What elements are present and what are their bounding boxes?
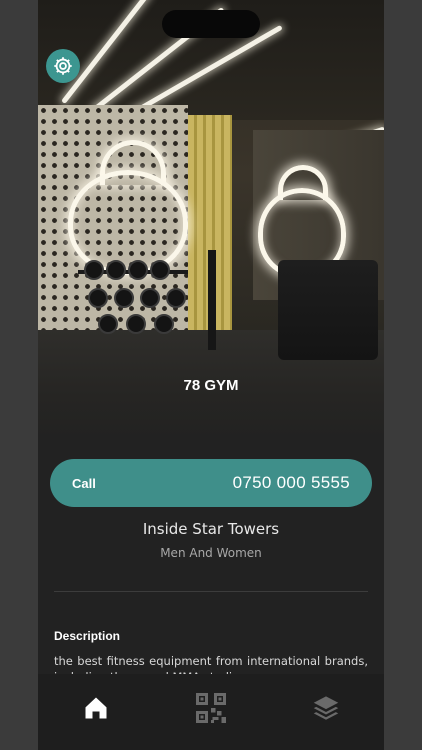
home-icon	[85, 697, 107, 719]
exercise-bike	[208, 250, 256, 350]
qr-code-icon	[195, 693, 226, 723]
description-heading: Description	[54, 629, 121, 643]
call-button[interactable]: Call 0750 000 5555	[50, 459, 372, 507]
dumbbell	[128, 260, 148, 280]
gym-hero-image: 78 GYM	[38, 0, 384, 440]
description-text: the best fitness equipment from internat…	[54, 654, 368, 675]
layers-icon	[314, 696, 339, 720]
gym-name: 78 GYM	[183, 377, 239, 394]
divider	[54, 591, 368, 592]
gear-icon	[54, 57, 72, 75]
dumbbell	[84, 260, 104, 280]
camera-notch	[162, 10, 260, 38]
settings-button[interactable]	[46, 49, 80, 83]
tab-qr-code[interactable]	[191, 688, 231, 728]
neon-kettlebell	[68, 170, 188, 275]
phone-number: 0750 000 5555	[232, 473, 350, 492]
dumbbell	[98, 314, 118, 334]
dumbbell	[154, 314, 174, 334]
dumbbell	[166, 288, 186, 308]
dumbbell-rack	[78, 260, 188, 334]
audience-text: Men And Women	[160, 546, 262, 560]
dumbbell	[150, 260, 170, 280]
gym-machine	[278, 260, 378, 360]
bottom-tab-bar	[38, 674, 384, 750]
location-text: Inside Star Towers	[142, 520, 280, 538]
tab-home[interactable]	[76, 688, 116, 728]
app-screen: 78 GYM Call 0750 000 5555 Inside Star To…	[38, 0, 384, 750]
dumbbell	[140, 288, 160, 308]
dumbbell	[106, 260, 126, 280]
dumbbell	[114, 288, 134, 308]
dumbbell	[126, 314, 146, 334]
call-label: Call	[72, 475, 96, 491]
dumbbell	[88, 288, 108, 308]
tab-layers[interactable]	[306, 688, 346, 728]
